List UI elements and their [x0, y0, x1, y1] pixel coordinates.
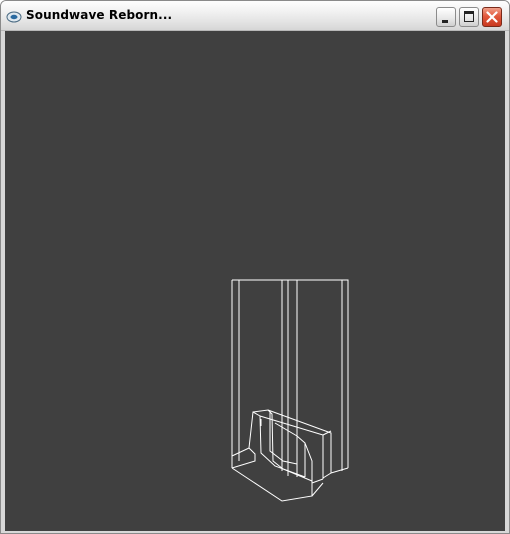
- minimize-icon: [442, 20, 448, 23]
- minimize-button[interactable]: [436, 7, 456, 27]
- maximize-icon: [464, 11, 474, 22]
- wireframe-model: [231, 279, 349, 502]
- title-bar[interactable]: Soundwave Reborn...: [1, 1, 509, 31]
- wireframe-inner-lines: [238, 280, 343, 477]
- close-button[interactable]: [482, 7, 502, 27]
- maximize-button[interactable]: [459, 7, 479, 27]
- render-viewport[interactable]: [5, 31, 505, 531]
- window-title: Soundwave Reborn...: [26, 8, 173, 22]
- wireframe-seat-left: [231, 447, 256, 469]
- app-icon[interactable]: [6, 9, 22, 23]
- app-window: Soundwave Reborn...: [0, 0, 510, 534]
- close-icon: [486, 11, 498, 23]
